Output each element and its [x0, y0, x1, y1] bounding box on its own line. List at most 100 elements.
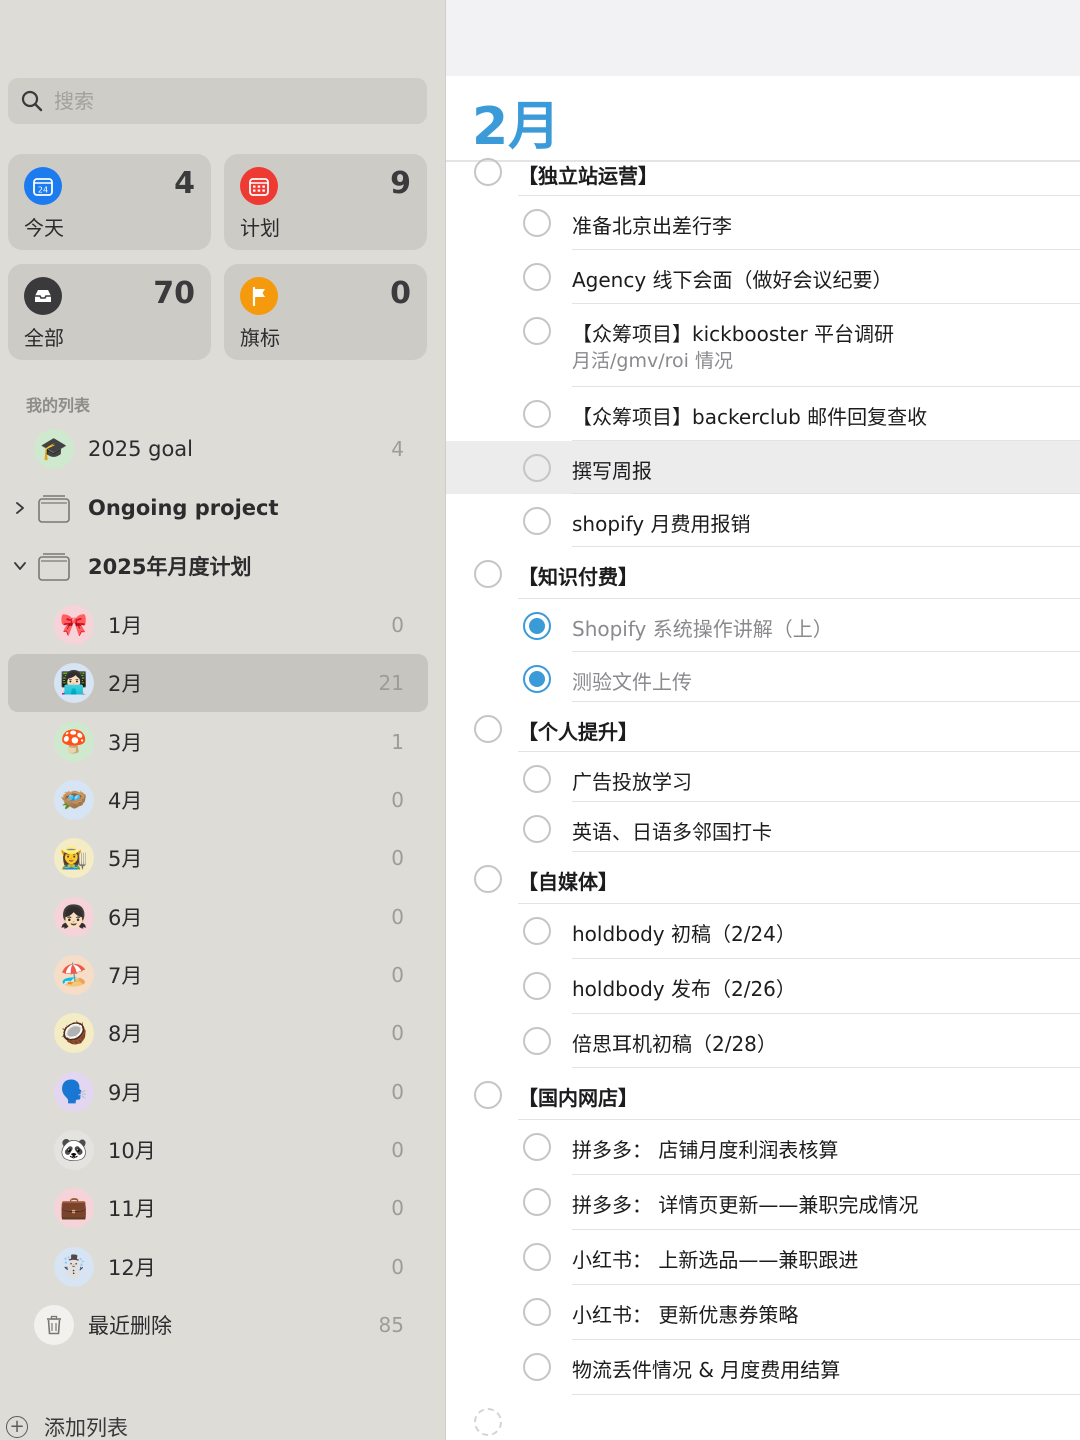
task-title[interactable]: 倍思耳机初稿（2/28） [572, 1028, 777, 1057]
task-title[interactable]: 【独立站运营】 [518, 160, 658, 189]
search-input[interactable] [54, 89, 414, 113]
empty-circle-icon[interactable] [523, 765, 551, 793]
task-title[interactable]: 广告投放学习 [572, 766, 692, 795]
list-item-jul[interactable]: 🏖️ 7月 0 [8, 946, 428, 1004]
list-item-feb[interactable]: 👩🏻‍💻 2月 21 [8, 654, 428, 712]
chevron-down-icon[interactable] [13, 559, 27, 573]
task-title[interactable]: 测验文件上传 [572, 666, 692, 695]
empty-circle-icon[interactable] [474, 865, 502, 893]
task-row[interactable]: 拼多多： 详情页更新——兼职完成情况 [446, 1175, 1080, 1230]
smart-list-flagged[interactable]: 0 旗标 [224, 264, 427, 360]
task-row[interactable]: 【众筹项目】kickbooster 平台调研 月活/gmv/roi 情况 [446, 304, 1080, 387]
task-title[interactable]: 英语、日语多邻国打卡 [572, 816, 772, 845]
task-section-row[interactable]: 【独立站运营】 [446, 150, 1080, 196]
list-item-jun[interactable]: 👧🏻 6月 0 [8, 888, 428, 946]
search-bar[interactable] [8, 78, 427, 124]
list-item-mar[interactable]: 🍄 3月 1 [8, 713, 428, 771]
task-row[interactable]: shopify 月费用报销 [446, 494, 1080, 547]
empty-circle-icon[interactable] [523, 209, 551, 237]
task-title[interactable]: holdbody 初稿（2/24） [572, 918, 796, 947]
smart-list-scheduled[interactable]: 9 计划 [224, 154, 427, 250]
list-item-may[interactable]: 👩‍🌾 5月 0 [8, 829, 428, 887]
empty-circle-icon[interactable] [523, 1298, 551, 1326]
task-note[interactable]: 月活/gmv/roi 情况 [572, 346, 733, 373]
task-row[interactable]: Agency 线下会面（做好会议纪要） [446, 250, 1080, 304]
empty-circle-icon[interactable] [523, 507, 551, 535]
checked-circle-icon[interactable] [523, 665, 551, 693]
task-title[interactable]: holdbody 发布（2/26） [572, 973, 796, 1002]
task-row[interactable]: 拼多多： 店铺月度利润表核算 [446, 1120, 1080, 1175]
task-title[interactable]: 【个人提升】 [518, 716, 638, 745]
task-title[interactable]: Agency 线下会面（做好会议纪要） [572, 264, 893, 293]
empty-circle-icon[interactable] [523, 454, 551, 482]
new-reminder-circle-icon[interactable] [474, 1408, 502, 1436]
empty-circle-icon[interactable] [474, 1081, 502, 1109]
task-row[interactable]: 小红书： 更新优惠券策略 [446, 1285, 1080, 1340]
task-title[interactable]: 【自媒体】 [518, 866, 618, 895]
empty-circle-icon[interactable] [523, 917, 551, 945]
task-section-row[interactable]: 【知识付费】 [446, 547, 1080, 599]
empty-circle-icon[interactable] [523, 400, 551, 428]
list-group-ongoing-project[interactable]: Ongoing project [8, 479, 428, 537]
task-title[interactable]: 准备北京出差行李 [572, 210, 732, 239]
empty-circle-icon[interactable] [474, 560, 502, 588]
task-title[interactable]: 【众筹项目】kickbooster 平台调研 [572, 318, 894, 347]
group-folder-icon [38, 553, 70, 581]
task-title[interactable]: 物流丢件情况 & 月度费用结算 [572, 1354, 840, 1383]
task-row[interactable]: 倍思耳机初稿（2/28） [446, 1014, 1080, 1068]
reminder-list-pane: 2月 【独立站运营】 准备北京出差行李 Agency 线下会面（做好会议纪要） 【众筹… [446, 0, 1080, 1440]
task-row[interactable]: holdbody 初稿（2/24） [446, 904, 1080, 959]
task-title[interactable]: 拼多多： 详情页更新——兼职完成情况 [572, 1189, 918, 1218]
task-title[interactable]: 【知识付费】 [518, 561, 638, 590]
empty-circle-icon[interactable] [474, 158, 502, 186]
task-row[interactable]: 广告投放学习 [446, 752, 1080, 802]
list-item-recently-deleted[interactable]: 最近删除 85 [8, 1296, 428, 1354]
empty-circle-icon[interactable] [523, 815, 551, 843]
empty-circle-icon[interactable] [523, 1027, 551, 1055]
empty-circle-icon[interactable] [523, 1243, 551, 1271]
empty-circle-icon[interactable] [523, 1133, 551, 1161]
checked-circle-icon[interactable] [523, 612, 551, 640]
chevron-right-icon[interactable] [13, 501, 27, 515]
list-item-dec[interactable]: ☃️ 12月 0 [8, 1238, 428, 1296]
task-title[interactable]: 【众筹项目】backerclub 邮件回复查收 [572, 401, 927, 430]
list-item-jan[interactable]: 🎀 1月 0 [8, 596, 428, 654]
add-list-button[interactable]: + 添加列表 [6, 1412, 128, 1440]
list-item-2025-goal[interactable]: 🎓 2025 goal 4 [8, 420, 428, 478]
task-title[interactable]: 小红书： 更新优惠券策略 [572, 1299, 798, 1328]
list-item-aug[interactable]: 🥥 8月 0 [8, 1004, 428, 1062]
task-title[interactable]: 【国内网店】 [518, 1082, 638, 1111]
empty-circle-icon[interactable] [523, 972, 551, 1000]
list-item-oct[interactable]: 🐼 10月 0 [8, 1121, 428, 1179]
task-row[interactable]: Shopify 系统操作讲解（上） [446, 599, 1080, 652]
task-title[interactable]: 拼多多： 店铺月度利润表核算 [572, 1134, 838, 1163]
task-row[interactable]: 撰写周报 [446, 441, 1080, 494]
list-item-nov[interactable]: 💼 11月 0 [8, 1179, 428, 1237]
task-title[interactable]: 撰写周报 [572, 455, 652, 484]
task-row[interactable]: 英语、日语多邻国打卡 [446, 802, 1080, 852]
task-title[interactable]: shopify 月费用报销 [572, 508, 750, 537]
task-row[interactable]: holdbody 发布（2/26） [446, 959, 1080, 1014]
task-row[interactable]: 物流丢件情况 & 月度费用结算 [446, 1340, 1080, 1395]
task-section-row[interactable]: 【国内网店】 [446, 1068, 1080, 1120]
list-item-sep[interactable]: 🗣️ 9月 0 [8, 1063, 428, 1121]
task-row[interactable]: 准备北京出差行李 [446, 196, 1080, 250]
empty-circle-icon[interactable] [523, 317, 551, 345]
empty-circle-icon[interactable] [523, 1353, 551, 1381]
list-group-monthly-plan[interactable]: 2025年月度计划 [8, 537, 428, 595]
task-section-row[interactable]: 【个人提升】 [446, 702, 1080, 752]
smart-list-today[interactable]: 24 4 今天 [8, 154, 211, 250]
task-row[interactable]: 【众筹项目】backerclub 邮件回复查收 [446, 387, 1080, 441]
list-item-apr[interactable]: 🪺 4月 0 [8, 771, 428, 829]
my-lists-heading: 我的列表 [26, 396, 91, 415]
empty-circle-icon[interactable] [523, 1188, 551, 1216]
task-row[interactable]: 测验文件上传 [446, 652, 1080, 702]
empty-circle-icon[interactable] [523, 263, 551, 291]
smart-list-all[interactable]: 70 全部 [8, 264, 211, 360]
new-reminder-row[interactable] [446, 1395, 1080, 1440]
task-section-row[interactable]: 【自媒体】 [446, 852, 1080, 904]
task-title[interactable]: Shopify 系统操作讲解（上） [572, 613, 833, 642]
empty-circle-icon[interactable] [474, 715, 502, 743]
task-title[interactable]: 小红书： 上新选品——兼职跟进 [572, 1244, 858, 1273]
task-row[interactable]: 小红书： 上新选品——兼职跟进 [446, 1230, 1080, 1285]
